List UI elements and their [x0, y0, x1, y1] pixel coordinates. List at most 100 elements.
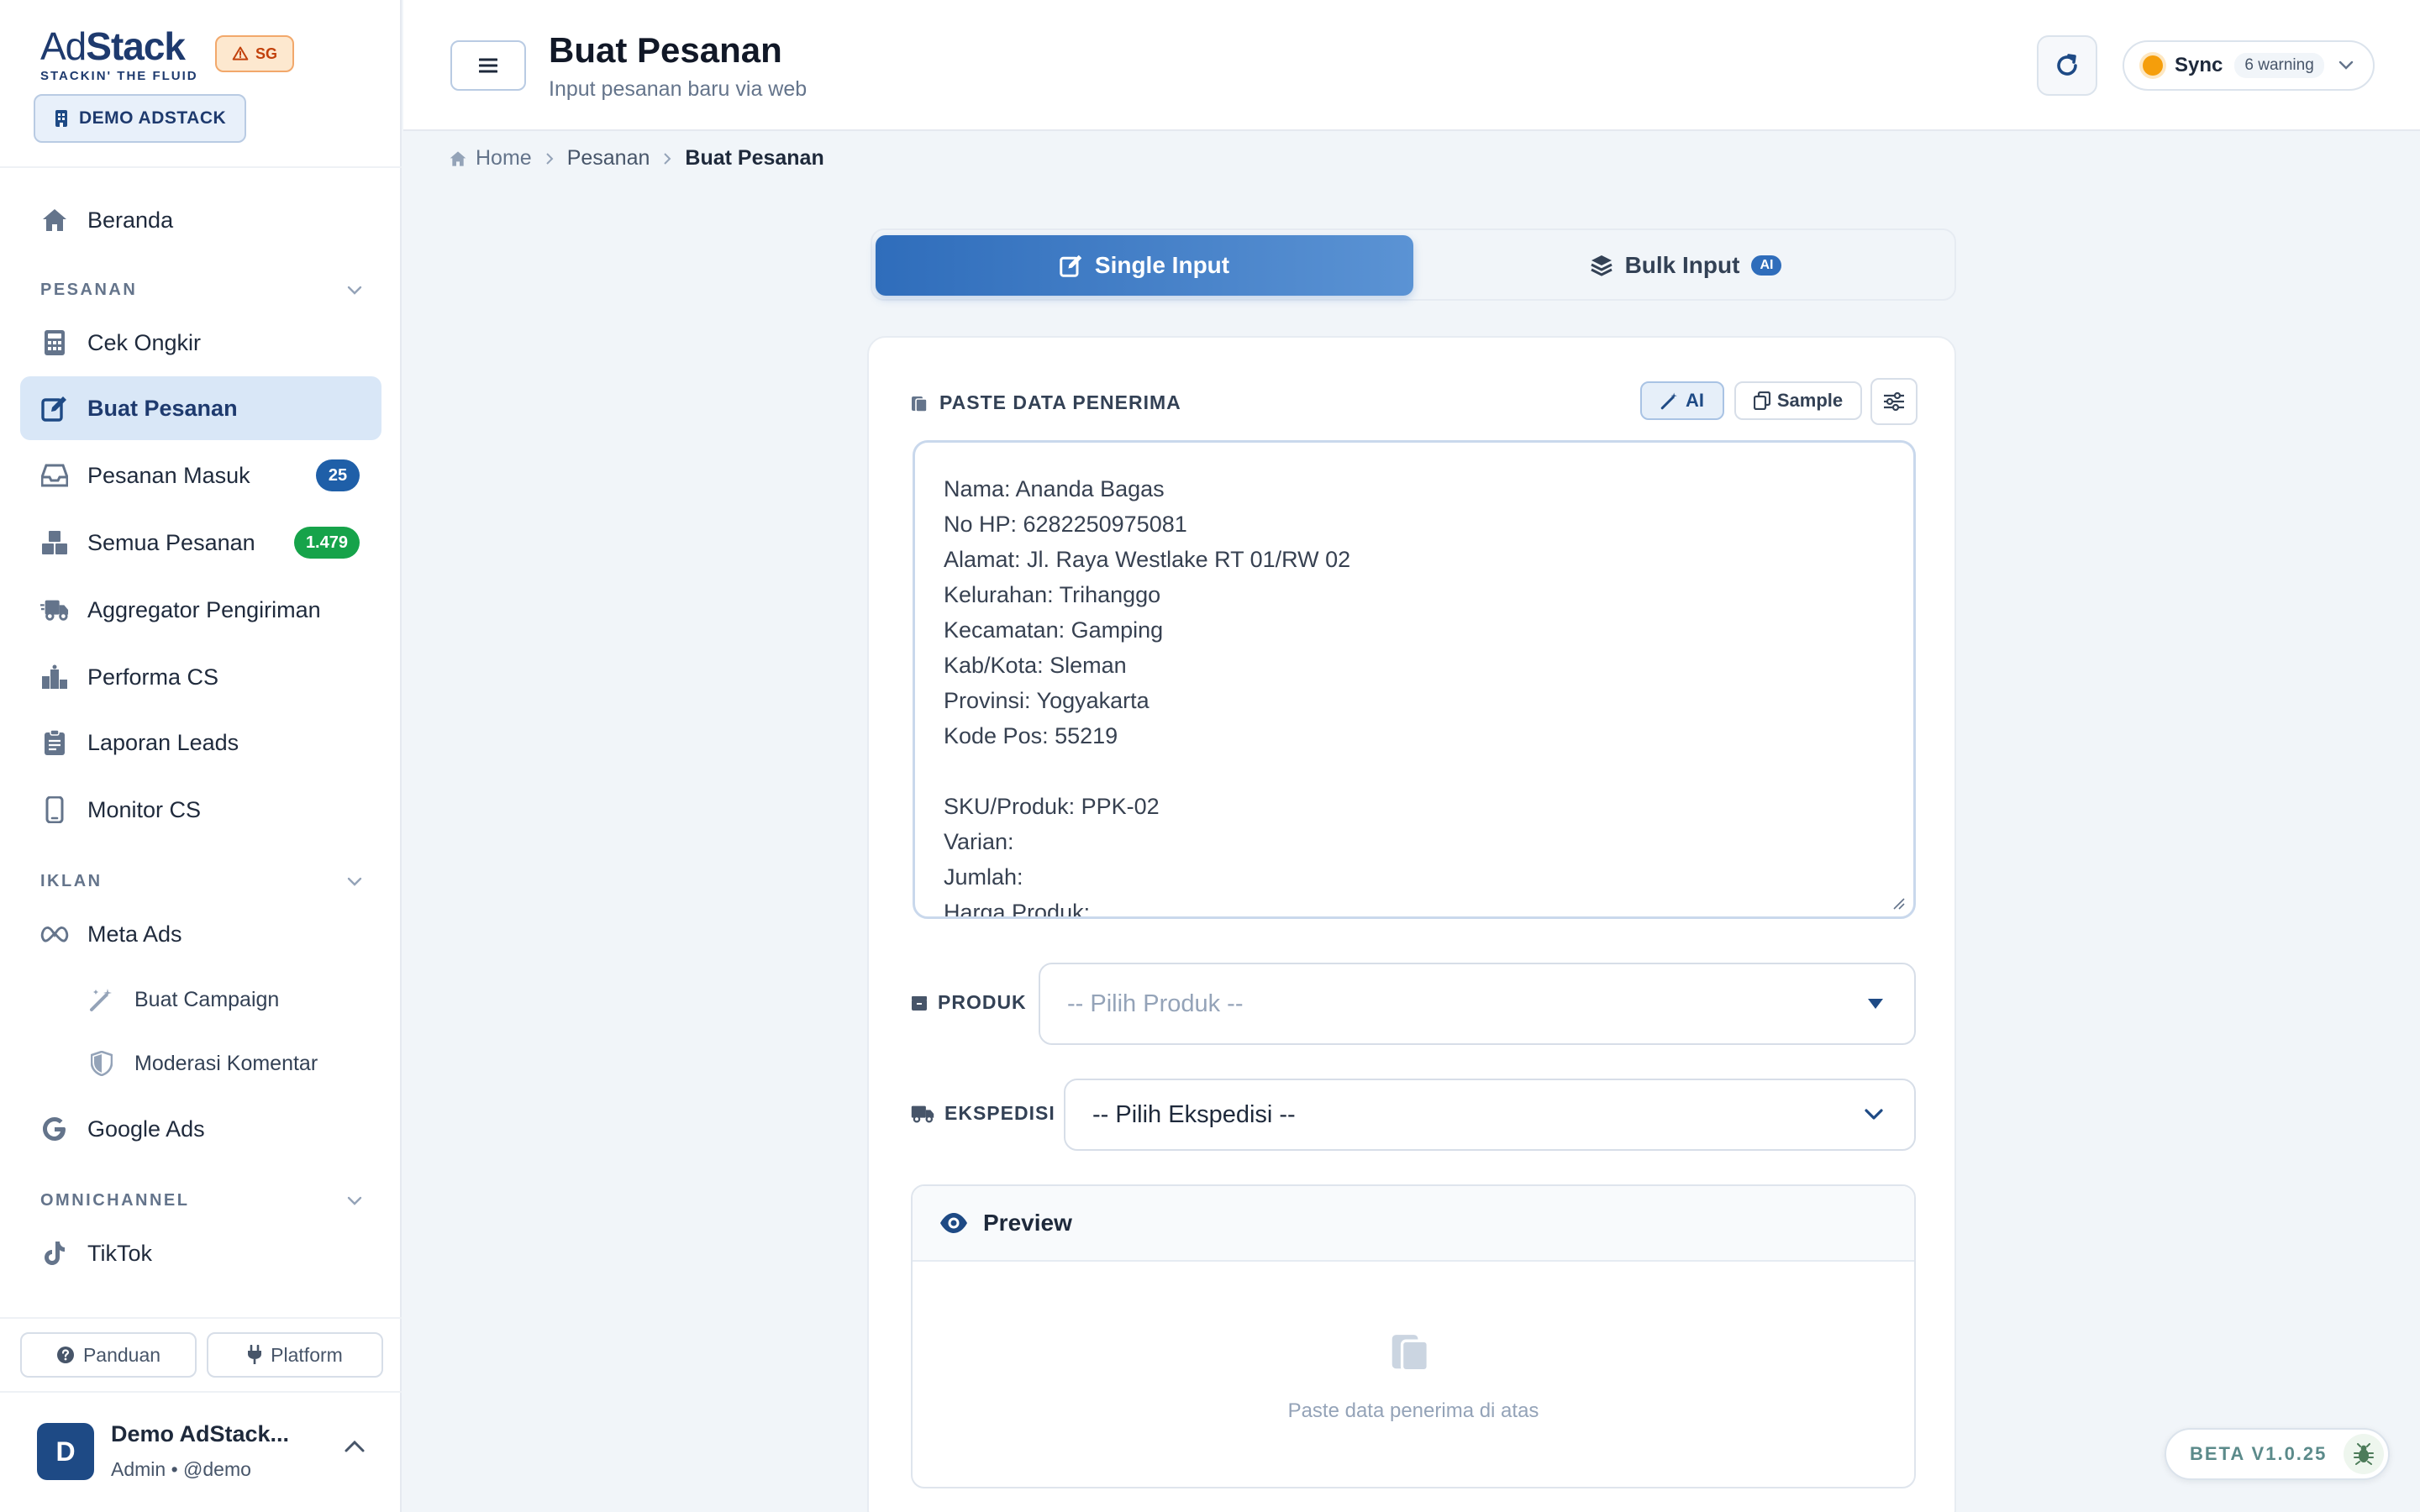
- sidebar-item-laporan-leads[interactable]: Laporan Leads: [20, 711, 381, 774]
- magic-wand-icon: [87, 985, 116, 1014]
- sidebar-item-monitor-cs[interactable]: Monitor CS: [20, 778, 381, 842]
- sidebar-item-beranda[interactable]: Beranda: [20, 188, 381, 252]
- tab-single-label: Single Input: [1094, 252, 1230, 278]
- sidebar-divider: [0, 1391, 402, 1393]
- platform-button[interactable]: Platform: [207, 1332, 383, 1378]
- home-icon: [40, 206, 69, 234]
- version-badge[interactable]: BETA V1.0.25: [2165, 1428, 2390, 1480]
- sidebar-item-cek-ongkir[interactable]: Cek Ongkir: [20, 311, 381, 375]
- breadcrumb-pesanan[interactable]: Pesanan: [567, 146, 650, 171]
- tiktok-icon: [40, 1239, 69, 1268]
- ai-button-label: AI: [1686, 390, 1704, 411]
- sidebar-item-semua-pesanan[interactable]: Semua Pesanan 1.479: [20, 511, 381, 575]
- magic-wand-icon: [1660, 392, 1677, 410]
- workspace-name: DEMO ADSTACK: [79, 108, 227, 128]
- paste-line: Nama: Ananda Bagas: [944, 476, 1165, 501]
- ai-parse-button[interactable]: AI: [1640, 381, 1724, 420]
- region-badge[interactable]: SG: [215, 35, 295, 72]
- paste-line: Provinsi: Yogyakarta: [944, 688, 1150, 713]
- page-subtitle: Input pesanan baru via web: [549, 77, 808, 101]
- google-icon: [40, 1115, 69, 1143]
- section-omnichannel-label: OMNICHANNEL: [40, 1191, 190, 1210]
- section-omnichannel-toggle[interactable]: OMNICHANNEL: [40, 1191, 363, 1210]
- resize-handle-icon[interactable]: [1891, 896, 1905, 910]
- breadcrumb-current: Buat Pesanan: [685, 146, 824, 170]
- panduan-button[interactable]: Panduan: [20, 1332, 197, 1378]
- sidebar-item-buat-campaign[interactable]: Buat Campaign: [67, 968, 381, 1032]
- paste-line: Alamat: Jl. Raya Westlake RT 01/RW 02: [944, 547, 1351, 572]
- logo-tagline: STACKIN' THE FLUID: [40, 69, 198, 83]
- paste-icon: [1392, 1335, 1429, 1373]
- paste-data-textarea[interactable]: Nama: Ananda Bagas No HP: 6282250975081 Al…: [913, 440, 1916, 919]
- region-badge-label: SG: [255, 45, 278, 62]
- chevron-down-icon: [1865, 1109, 1883, 1120]
- question-circle-icon: [56, 1347, 74, 1363]
- brand-logo[interactable]: AdStack STACKIN' THE FLUID: [40, 25, 198, 83]
- eye-icon: [940, 1213, 967, 1233]
- paste-line: Harga Produk:: [944, 900, 1091, 919]
- order-form-card: PASTE DATA PENERIMA AI Sample Nama: Anan…: [867, 336, 1956, 1512]
- menu-toggle-button[interactable]: [450, 40, 526, 91]
- chevron-down-icon: [347, 1196, 362, 1205]
- user-role: Admin • @demo: [111, 1458, 251, 1480]
- sidebar-item-label: Google Ads: [87, 1116, 205, 1142]
- edit-icon: [40, 394, 69, 423]
- top-header: Buat Pesanan Input pesanan baru via web …: [403, 0, 2420, 131]
- parser-settings-button[interactable]: [1870, 378, 1918, 425]
- ekspedisi-select[interactable]: -- Pilih Ekspedisi --: [1064, 1079, 1916, 1151]
- refresh-button[interactable]: [2037, 35, 2097, 96]
- tab-bulk-input[interactable]: Bulk Input AI: [1417, 235, 1954, 296]
- logo-wordmark: AdStack: [40, 24, 186, 68]
- caret-down-icon: [1868, 999, 1883, 1009]
- breadcrumb-home[interactable]: Home: [476, 146, 532, 171]
- sidebar-item-buat-pesanan[interactable]: Buat Pesanan: [20, 376, 381, 440]
- sidebar-item-label: Aggregator Pengiriman: [87, 596, 321, 622]
- produk-select[interactable]: -- Pilih Produk --: [1039, 963, 1916, 1045]
- produk-label: PRODUK: [911, 991, 1027, 1014]
- bug-icon: [2354, 1443, 2375, 1465]
- plug-icon: [248, 1345, 262, 1364]
- semua-pesanan-count-badge: 1.479: [293, 527, 360, 559]
- sidebar-item-label: Cek Ongkir: [87, 329, 202, 355]
- avatar[interactable]: D: [37, 1423, 94, 1480]
- produk-label-text: PRODUK: [938, 991, 1027, 1013]
- sidebar-item-label: Buat Campaign: [134, 987, 280, 1011]
- sync-status-dropdown[interactable]: Sync 6 warning: [2123, 40, 2375, 91]
- section-iklan-toggle[interactable]: IKLAN: [40, 872, 363, 891]
- truck-icon: [911, 1105, 934, 1122]
- section-pesanan-label: PESANAN: [40, 281, 138, 299]
- shield-icon: [87, 1049, 116, 1078]
- section-pesanan-toggle[interactable]: PESANAN: [40, 281, 363, 300]
- paste-label-text: PASTE DATA PENERIMA: [939, 391, 1181, 413]
- truck-fast-icon: [40, 596, 69, 624]
- sample-button[interactable]: Sample: [1734, 381, 1862, 420]
- sidebar-item-performa-cs[interactable]: Performa CS: [20, 645, 381, 709]
- tab-single-input[interactable]: Single Input: [876, 235, 1413, 296]
- produk-select-value: -- Pilih Produk --: [1067, 990, 1244, 1017]
- sample-button-label: Sample: [1776, 390, 1844, 411]
- paste-section-label: PASTE DATA PENERIMA: [911, 391, 1181, 414]
- preview-empty-text: Paste data penerima di atas: [1287, 1399, 1539, 1422]
- sidebar-divider: [0, 1317, 402, 1319]
- paste-line: Varian:: [944, 829, 1014, 854]
- workspace-switcher[interactable]: DEMO ADSTACK: [34, 94, 247, 143]
- sidebar-item-pesanan-masuk[interactable]: Pesanan Masuk 25: [20, 444, 381, 507]
- sidebar-item-meta-ads[interactable]: Meta Ads: [20, 902, 381, 966]
- sidebar: AdStack STACKIN' THE FLUID SG DEMO ADSTA…: [0, 0, 402, 1512]
- version-label: BETA V1.0.25: [2190, 1443, 2328, 1464]
- chevron-up-icon[interactable]: [343, 1438, 366, 1455]
- page-title: Buat Pesanan: [549, 30, 782, 70]
- sync-status-dot: [2143, 55, 2163, 76]
- sidebar-item-google-ads[interactable]: Google Ads: [20, 1097, 381, 1161]
- breadcrumb: Home Pesanan Buat Pesanan: [449, 146, 824, 171]
- input-mode-tabs: Single Input Bulk Input AI: [871, 228, 1956, 301]
- sidebar-item-aggregator-pengiriman[interactable]: Aggregator Pengiriman: [20, 578, 381, 642]
- section-iklan-label: IKLAN: [40, 872, 103, 890]
- sidebar-item-moderasi-komentar[interactable]: Moderasi Komentar: [67, 1032, 381, 1095]
- sidebar-item-label: Buat Pesanan: [87, 395, 238, 421]
- sidebar-item-label: TikTok: [87, 1240, 153, 1266]
- bug-report-button[interactable]: [2344, 1434, 2385, 1474]
- paste-line: [944, 753, 1885, 789]
- sidebar-item-tiktok[interactable]: TikTok: [20, 1221, 381, 1285]
- chevron-right-icon: [545, 152, 554, 165]
